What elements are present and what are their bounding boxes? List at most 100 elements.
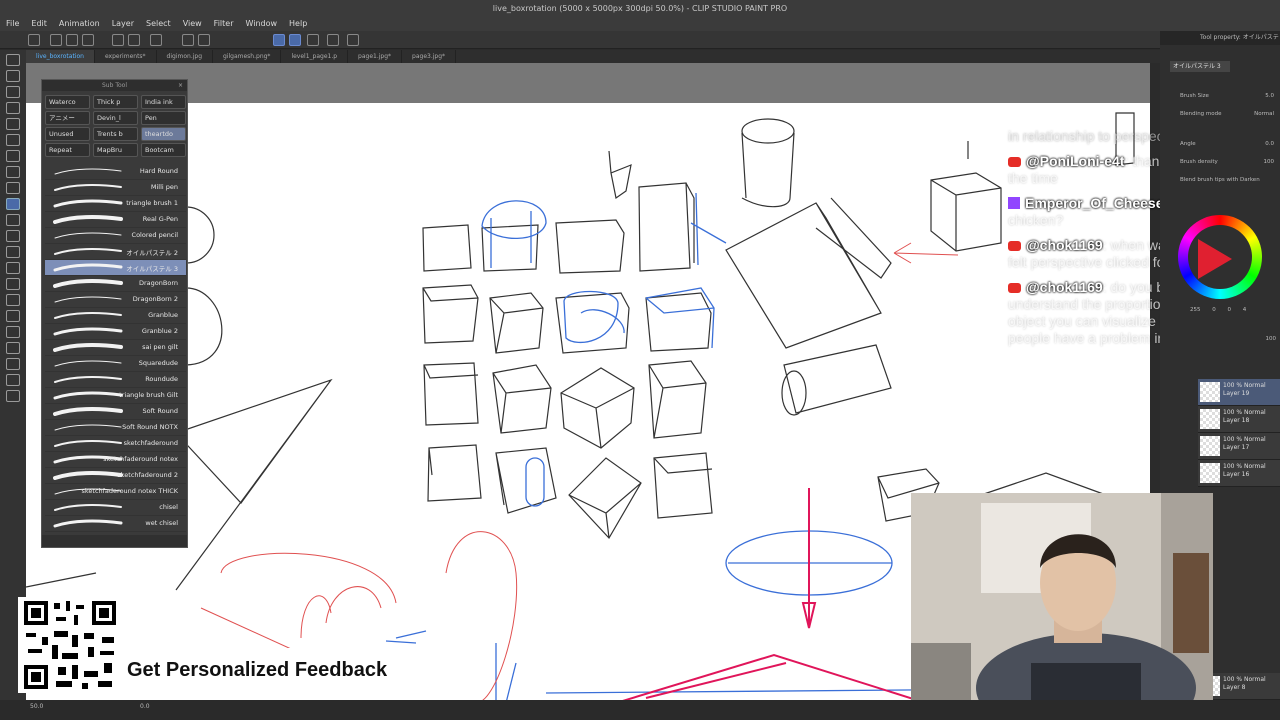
pencil-tool-icon[interactable] (6, 182, 20, 194)
blend-tool-icon[interactable] (6, 262, 20, 274)
snap-grid-icon[interactable] (307, 34, 319, 46)
blending-row[interactable]: Blending mode Normal (1180, 111, 1278, 121)
menu-edit[interactable]: Edit (25, 17, 53, 31)
brush-item[interactable]: sai pen gilt (45, 340, 186, 356)
tab-page1[interactable]: page1.jpg* (348, 50, 403, 63)
balloon-icon[interactable] (6, 374, 20, 386)
layer-row[interactable]: 100 % Normal Layer 16 (1198, 460, 1280, 487)
tab-live-boxrotation[interactable]: live_boxrotation (26, 50, 95, 63)
menu-help[interactable]: Help (283, 17, 313, 31)
tab-digimon[interactable]: digimon.jpg (157, 50, 214, 63)
brush-item[interactable]: オイルパステル 3 (45, 260, 186, 276)
subtool-group-button[interactable]: Bootcam (141, 143, 186, 157)
brush-item[interactable]: Soft Round (45, 404, 186, 420)
menu-window[interactable]: Window (239, 17, 283, 31)
brush-item[interactable]: Granblue (45, 308, 186, 324)
brush-item[interactable]: Milli pen (45, 180, 186, 196)
subtool-group-button[interactable]: Devin_l (93, 111, 138, 125)
undo-icon[interactable] (112, 34, 124, 46)
subtool-group-button[interactable]: Repeat (45, 143, 90, 157)
ruler-icon[interactable] (327, 34, 339, 46)
tab-gilgamesh[interactable]: gilgamesh.png* (213, 50, 282, 63)
color-triangle[interactable] (1198, 239, 1232, 279)
subtool-group-button[interactable]: アニメー (45, 111, 90, 125)
frame-icon[interactable] (6, 326, 20, 338)
layer-row[interactable]: 100 % Normal Layer 19 (1198, 379, 1280, 406)
promo-banner[interactable]: Get Personalized Feedback (122, 648, 436, 692)
redo-icon[interactable] (128, 34, 140, 46)
brush-item[interactable]: triangle brush Gilt (45, 388, 186, 404)
layer-opacity[interactable]: 100 (1240, 336, 1280, 346)
menu-filter[interactable]: Filter (208, 17, 240, 31)
decoration-icon[interactable] (6, 230, 20, 242)
fill-tool-icon[interactable] (6, 278, 20, 290)
brush-item[interactable]: Hard Round (45, 164, 186, 180)
brush-item[interactable]: sketchfaderound notex (45, 452, 186, 468)
gradient-icon[interactable] (6, 294, 20, 306)
subtool-group-button[interactable]: theartdo (141, 127, 186, 141)
subtool-group-button[interactable]: Pen (141, 111, 186, 125)
move-tool-icon[interactable] (6, 70, 20, 82)
new-file-icon[interactable] (50, 34, 62, 46)
subtool-group-button[interactable]: Trents b (93, 127, 138, 141)
menu-animation[interactable]: Animation (53, 17, 106, 31)
brush-item[interactable]: Colored pencil (45, 228, 186, 244)
angle-row[interactable]: Angle 0.0 (1180, 141, 1278, 151)
pen-tool-icon[interactable] (6, 166, 20, 178)
clip-studio-icon[interactable] (28, 34, 40, 46)
brush-item[interactable]: オイルパステル 2 (45, 244, 186, 260)
menu-layer[interactable]: Layer (106, 17, 140, 31)
clear-icon[interactable] (150, 34, 162, 46)
brush-item[interactable]: Real G-Pen (45, 212, 186, 228)
brush-item[interactable]: Squaredude (45, 356, 186, 372)
subtool-group-button[interactable]: India ink (141, 95, 186, 109)
zoom-value[interactable]: 50.0 (30, 703, 43, 710)
subtool-group-button[interactable]: Thick p (93, 95, 138, 109)
eyedropper-icon[interactable] (6, 150, 20, 162)
text-tool-icon[interactable] (6, 358, 20, 370)
menu-view[interactable]: View (177, 17, 208, 31)
brush-item[interactable]: Soft Round NOTX (45, 420, 186, 436)
snap-ruler-icon[interactable] (273, 34, 285, 46)
brush-item[interactable]: Roundude (45, 372, 186, 388)
density-row[interactable]: Brush density 100 (1180, 159, 1278, 169)
subtool-group-button[interactable]: Waterco (45, 95, 90, 109)
tab-page3[interactable]: page3.jpg* (402, 50, 457, 63)
ruler-tool-icon[interactable] (6, 342, 20, 354)
brush-item[interactable]: Granblue 2 (45, 324, 186, 340)
subtool-group-button[interactable]: MapBru (93, 143, 138, 157)
layer-row[interactable]: 100 % Normal Layer 18 (1198, 406, 1280, 433)
brush-item[interactable]: sketchfaderound notex THICK (45, 484, 186, 500)
menu-select[interactable]: Select (140, 17, 177, 31)
brush-item[interactable]: wet chisel (45, 516, 186, 532)
layer-opacity-value[interactable]: 100 (1266, 336, 1277, 342)
density-value[interactable]: 100 (1264, 159, 1275, 165)
fill-icon[interactable] (182, 34, 194, 46)
figure-icon[interactable] (6, 310, 20, 322)
transform-icon[interactable] (198, 34, 210, 46)
subtool-group-button[interactable]: Unused (45, 127, 90, 141)
auto-select-icon[interactable] (6, 134, 20, 146)
brush-item[interactable]: DragonBorn (45, 276, 186, 292)
layer-move-icon[interactable] (6, 102, 20, 114)
brush-item[interactable]: sketchfaderound (45, 436, 186, 452)
brush-tool-icon[interactable] (6, 198, 20, 210)
eraser-icon[interactable] (6, 246, 20, 258)
brush-item[interactable]: sketchfaderound 2 (45, 468, 186, 484)
brush-item[interactable]: chisel (45, 500, 186, 516)
zoom-tool-icon[interactable] (6, 54, 20, 66)
menu-file[interactable]: File (0, 17, 25, 31)
airbrush-icon[interactable] (6, 214, 20, 226)
rotation-value[interactable]: 0.0 (140, 703, 150, 710)
tab-experiments[interactable]: experiments* (95, 50, 157, 63)
save-icon[interactable] (82, 34, 94, 46)
close-icon[interactable]: × (178, 80, 183, 91)
brush-item[interactable]: triangle brush 1 (45, 196, 186, 212)
angle-value[interactable]: 0.0 (1265, 141, 1274, 147)
brush-size-value[interactable]: 5.0 (1265, 93, 1274, 99)
brush-item[interactable]: DragonBorn 2 (45, 292, 186, 308)
blend-tips-row[interactable]: Blend brush tips with Darken (1180, 177, 1278, 187)
operation-tool-icon[interactable] (6, 86, 20, 98)
selection-tool-icon[interactable] (6, 118, 20, 130)
layer-row[interactable]: 100 % Normal Layer 17 (1198, 433, 1280, 460)
